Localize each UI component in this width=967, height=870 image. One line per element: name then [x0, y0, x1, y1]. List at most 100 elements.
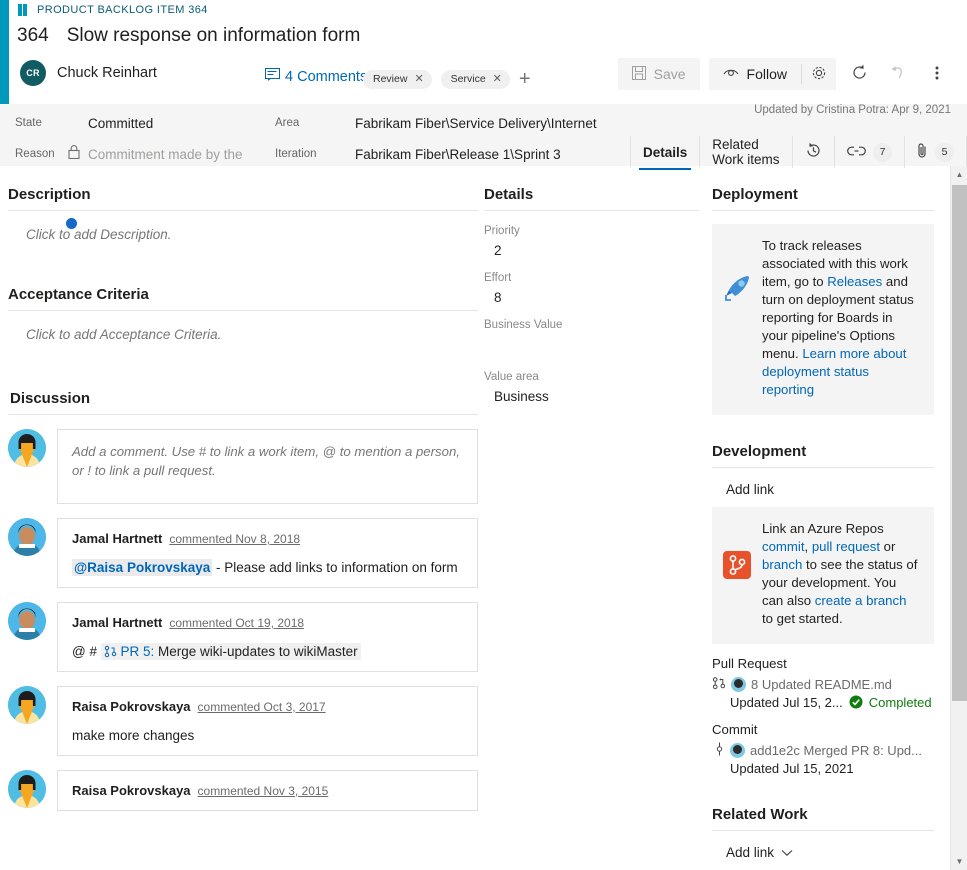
pull-request-link[interactable]: pull request	[812, 539, 880, 554]
close-icon[interactable]: ✕	[414, 73, 423, 85]
releases-link[interactable]: Releases	[827, 274, 882, 289]
avatar: CR	[20, 60, 46, 86]
comment-input[interactable]: Add a comment. Use # to link a work item…	[57, 429, 478, 504]
undo-button[interactable]	[882, 58, 914, 90]
comment-text: @ # PR 5: Merge wiki-updates to wikiMast…	[72, 643, 463, 660]
save-icon	[631, 65, 646, 83]
development-add-link-button[interactable]: Add link	[712, 468, 934, 507]
comment-timestamp[interactable]: commented Nov 3, 2015	[198, 784, 329, 798]
related-work-add-link-button[interactable]: Add link	[712, 831, 934, 870]
comment-body-box[interactable]: Raisa Pokrovskaya commented Oct 3, 2017 …	[57, 686, 478, 756]
tab-links[interactable]: 7	[835, 136, 905, 168]
comments-link[interactable]: 4 Comments	[265, 68, 367, 85]
pull-request-title: Merge wiki-updates to wikiMaster	[158, 644, 358, 659]
acceptance-criteria-field[interactable]: Click to add Acceptance Criteria.	[8, 311, 478, 342]
pull-request-link[interactable]: PR 5:	[121, 644, 155, 659]
check-circle-icon	[849, 695, 863, 710]
pull-request-title[interactable]: 8 Updated README.md	[751, 677, 892, 692]
links-count: 7	[873, 142, 892, 162]
scroll-up-icon[interactable]: ▲	[951, 166, 967, 183]
scrollbar-thumb[interactable]	[952, 185, 967, 701]
repo-icon	[722, 550, 752, 585]
comment-timestamp[interactable]: commented Oct 19, 2018	[169, 616, 304, 630]
pull-request-group-label: Pull Request	[712, 656, 787, 671]
reason-field-label: Reason	[15, 148, 55, 160]
backlog-item-icon	[18, 4, 31, 16]
assigned-to[interactable]: CR Chuck Reinhart	[20, 60, 157, 86]
add-tag-button[interactable]: +	[519, 69, 531, 89]
effort-value[interactable]: 8	[484, 290, 699, 305]
comment-timestamp[interactable]: commented Oct 3, 2017	[198, 700, 326, 714]
tab-history[interactable]	[793, 136, 835, 168]
acceptance-criteria-section-title: Acceptance Criteria	[8, 286, 149, 303]
development-text-4: to get started.	[762, 611, 843, 626]
work-item-body: Description Click to add Description. Ac…	[0, 170, 967, 870]
comment-timestamp[interactable]: commented Nov 8, 2018	[169, 532, 300, 546]
tab-details[interactable]: Details	[630, 136, 701, 170]
comment-body-box[interactable]: Raisa Pokrovskaya commented Nov 3, 2015	[57, 770, 478, 811]
right-column: Deployment To track releases associated …	[712, 170, 934, 870]
commit-icon	[712, 742, 725, 759]
commit-meta: Updated Jul 15, 2021	[712, 761, 934, 776]
pull-request-reference[interactable]: PR 5: Merge wiki-updates to wikiMaster	[100, 643, 361, 660]
work-item-tabs: Details Related Work items 7 5	[630, 136, 967, 170]
divider	[712, 210, 934, 211]
more-options-button[interactable]	[921, 58, 953, 90]
vertical-scrollbar[interactable]: ▲ ▼	[950, 166, 967, 870]
tab-label: Details	[643, 144, 688, 160]
follow-button[interactable]: Follow	[708, 58, 801, 90]
work-item-title[interactable]: Slow response on information form	[67, 25, 361, 47]
branch-link[interactable]: branch	[762, 557, 802, 572]
value-area-value[interactable]: Business	[484, 389, 699, 404]
deployment-info-text: To track releases associated with this w…	[762, 237, 920, 399]
eye-icon	[723, 66, 739, 82]
commit-row[interactable]: add1e2c Merged PR 8: Upd...	[712, 742, 934, 759]
commit-link[interactable]: commit	[762, 539, 805, 554]
iteration-field-value[interactable]: Fabrikam Fiber\Release 1\Sprint 3	[355, 147, 561, 162]
details-section-title: Details	[484, 186, 534, 203]
comment-text-rest: - Please add links to information on for…	[212, 560, 458, 575]
scroll-down-icon[interactable]: ▼	[951, 853, 967, 870]
development-section-title: Development	[712, 443, 807, 460]
tag-chip-review[interactable]: Review ✕	[363, 69, 432, 89]
save-button[interactable]: Save	[617, 58, 700, 90]
avatar	[731, 677, 746, 692]
refresh-icon	[851, 64, 868, 84]
history-icon	[805, 142, 822, 162]
priority-label: Priority	[484, 225, 520, 237]
avatar	[8, 602, 46, 640]
state-field-value[interactable]: Committed	[88, 116, 153, 131]
iteration-field-label: Iteration	[275, 148, 317, 160]
work-item-settings-button[interactable]	[802, 58, 836, 90]
comment-input-placeholder: Add a comment. Use # to link a work item…	[72, 444, 460, 478]
discussion-section-title: Discussion	[10, 390, 91, 407]
priority-value[interactable]: 2	[484, 243, 699, 258]
details-column: Details Priority 2 Effort 8 Business Val…	[484, 170, 699, 404]
create-branch-link[interactable]: create a branch	[815, 593, 907, 608]
assignee-name: Chuck Reinhart	[57, 65, 157, 81]
development-text-2: or	[880, 539, 896, 554]
comment-author: Jamal Hartnett	[72, 615, 163, 630]
business-value-value[interactable]	[484, 337, 699, 351]
tab-attachments[interactable]: 5	[905, 136, 967, 168]
links-icon	[847, 145, 866, 160]
area-field-value[interactable]: Fabrikam Fiber\Service Delivery\Internet	[355, 116, 597, 131]
description-field[interactable]: Click to add Description.	[8, 211, 478, 242]
refresh-button[interactable]	[843, 58, 875, 90]
tag-label: Service	[450, 73, 486, 85]
comment-author: Jamal Hartnett	[72, 531, 163, 546]
follow-button-group: Follow	[708, 58, 836, 90]
comment-body-box[interactable]: Jamal Hartnett commented Nov 8, 2018 @Ra…	[57, 518, 478, 588]
work-item-type-breadcrumb[interactable]: PRODUCT BACKLOG ITEM 364	[18, 4, 208, 16]
comment-text-prefix: @ #	[72, 644, 97, 659]
comment-item: Jamal Hartnett commented Nov 8, 2018 @Ra…	[8, 518, 478, 588]
tag-chip-service[interactable]: Service ✕	[440, 69, 510, 89]
commit-title[interactable]: add1e2c Merged PR 8: Upd...	[750, 743, 922, 758]
tab-related-work-items[interactable]: Related Work items	[700, 136, 793, 168]
close-icon[interactable]: ✕	[493, 73, 502, 85]
comment-author: Raisa Pokrovskaya	[72, 783, 191, 798]
mention-chip[interactable]: @Raisa Pokrovskaya	[72, 559, 213, 576]
pull-request-icon	[104, 644, 121, 659]
comment-body-box[interactable]: Jamal Hartnett commented Oct 19, 2018 @ …	[57, 602, 478, 672]
pull-request-row[interactable]: 8 Updated README.md	[712, 676, 934, 693]
